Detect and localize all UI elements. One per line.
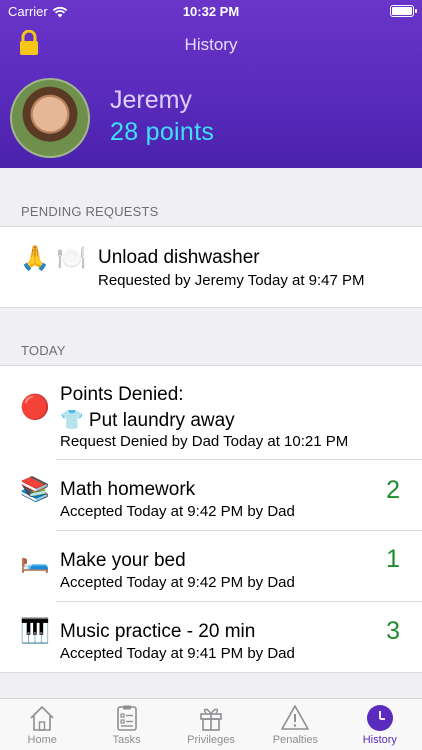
pray-dish-icon: 🙏 🍽️ — [20, 245, 87, 272]
red-circle-icon: 🔴 — [20, 394, 50, 421]
item-subtitle: Accepted Today at 9:41 PM by Dad — [60, 645, 295, 662]
item-subtitle: Request Denied by Dad Today at 10:21 PM — [60, 433, 349, 450]
piano-icon: 🎹 — [20, 618, 50, 645]
gift-icon — [200, 708, 222, 731]
points-value: 2 — [386, 476, 400, 504]
tab-label: Privileges — [187, 734, 235, 746]
list-item[interactable]: 🔴 Points Denied: 👕 Put laundry away Requ… — [0, 365, 422, 460]
tab-label: Penalties — [272, 734, 319, 746]
status-bar: Carrier 10:32 PM — [0, 0, 422, 24]
list-item[interactable]: 📚 Math homework Accepted Today at 9:42 P… — [0, 460, 422, 531]
tab-label: History — [362, 734, 397, 746]
tab-bar: Home Tasks Privileges Penalties History — [0, 698, 422, 750]
pending-section-header: PENDING REQUESTS — [21, 204, 159, 219]
points-value: 1 — [386, 545, 400, 573]
warning-icon — [281, 705, 310, 730]
tab-penalties[interactable]: Penalties — [253, 699, 337, 750]
list-item[interactable]: 🙏 🍽️ Unload dishwasher Requested by Jere… — [0, 226, 422, 308]
item-subtitle: Requested by Jeremy Today at 9:47 PM — [98, 272, 365, 289]
item-title-line2: 👕 Put laundry away — [60, 410, 235, 431]
user-name: Jeremy — [110, 86, 192, 114]
clock-icon — [366, 705, 393, 731]
item-title: Math homework — [60, 479, 196, 500]
tab-privileges[interactable]: Privileges — [169, 699, 253, 750]
user-points: 28 points — [110, 118, 215, 146]
avatar — [10, 78, 90, 158]
item-title: Make your bed — [60, 550, 186, 571]
tab-tasks[interactable]: Tasks — [84, 699, 168, 750]
tab-label: Home — [27, 734, 57, 746]
item-title: Music practice - 20 min — [60, 621, 256, 642]
battery-icon — [390, 5, 417, 17]
item-subtitle: Accepted Today at 9:42 PM by Dad — [60, 574, 295, 591]
tasks-icon — [116, 705, 137, 731]
item-title: Points Denied: — [60, 384, 184, 405]
list-item[interactable]: 🛏️ Make your bed Accepted Today at 9:42 … — [0, 531, 422, 602]
today-section-header: TODAY — [21, 343, 66, 358]
item-subtitle: Accepted Today at 9:42 PM by Dad — [60, 503, 295, 520]
bed-icon: 🛏️ — [20, 547, 50, 574]
home-icon — [30, 705, 54, 731]
item-title: Unload dishwasher — [98, 247, 260, 268]
list-item[interactable]: 🎹 Music practice - 20 min Accepted Today… — [0, 602, 422, 673]
page-title: History — [184, 35, 238, 54]
tab-label: Tasks — [112, 734, 141, 746]
status-time: 10:32 PM — [182, 4, 240, 19]
points-value: 3 — [386, 617, 400, 645]
tab-history[interactable]: History — [338, 699, 422, 750]
tab-home[interactable]: Home — [0, 699, 84, 750]
books-icon: 📚 — [20, 476, 50, 503]
profile-header: Carrier 10:32 PM History Jeremy 28 point… — [0, 0, 422, 168]
